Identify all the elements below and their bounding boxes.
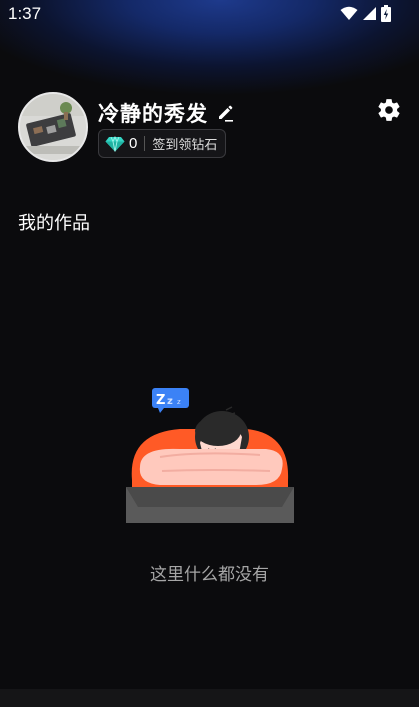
status-icons [340,5,391,22]
nickname: 冷静的秀发 [98,102,208,126]
signal-icon [363,7,376,20]
avatar-image [20,94,86,160]
battery-charging-icon [381,5,391,22]
my-works-title: 我的作品 [18,213,90,234]
status-time: 1:37 [8,4,42,23]
nickname-row: 冷静的秀发 [98,98,234,128]
zzz-badge-icon: Z z z [152,388,189,413]
status-bar: 1:37 [0,0,419,28]
svg-text:z: z [167,396,173,407]
diamond-count: 0 [129,135,138,152]
diamond-icon [105,135,125,152]
svg-text:Z: Z [156,393,165,408]
pill-divider [144,136,146,151]
avatar[interactable] [18,92,88,162]
profile-header: 冷静的秀发 0 签到领钻石 [18,92,408,162]
wifi-icon [340,6,358,20]
settings-gear-icon[interactable] [376,97,402,123]
diamond-checkin-pill[interactable]: 0 签到领钻石 [98,129,227,158]
checkin-button-label: 签到领钻石 [152,138,218,153]
sleeping-person-illustration: Z z z [126,388,294,523]
empty-state-message: 这里什么都没有 [150,565,269,585]
svg-text:z: z [177,398,181,406]
edit-pencil-icon[interactable] [216,104,234,122]
bottom-bar [0,689,419,707]
